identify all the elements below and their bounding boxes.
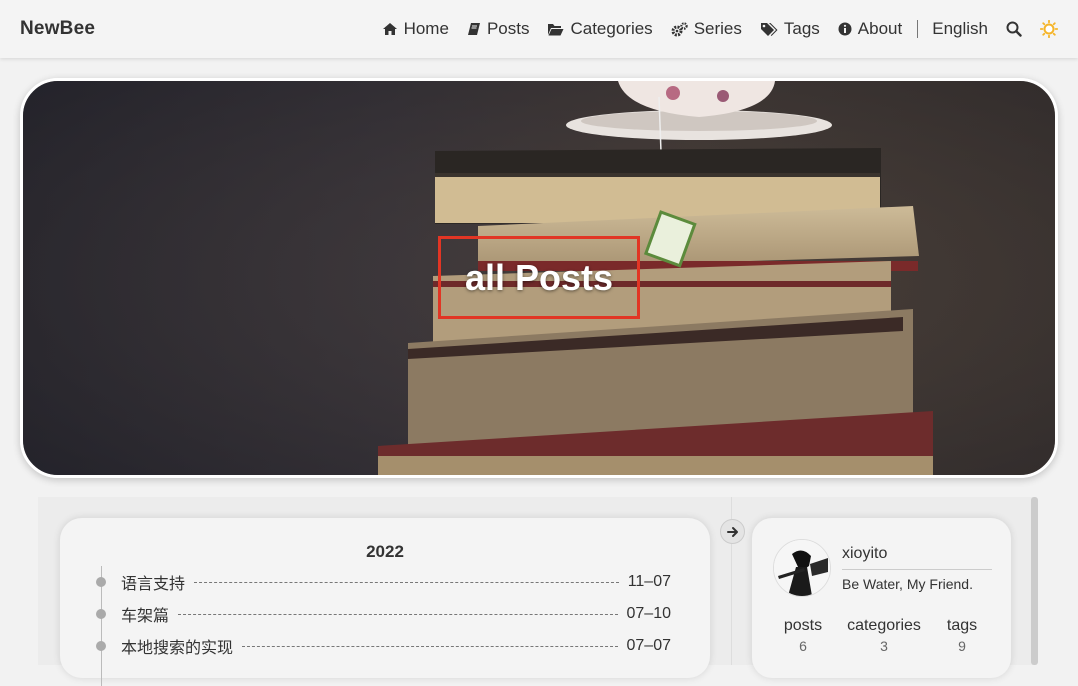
nav-item-label: Home: [403, 19, 449, 38]
archive-post-row[interactable]: 本地搜索的实现 07–07: [96, 635, 671, 657]
author-name[interactable]: xioyito: [842, 545, 887, 563]
nav-menu: Home Posts Categories Series Tags About …: [364, 19, 1058, 39]
scrollbar[interactable]: [1031, 497, 1038, 665]
sidebar-toggle-button[interactable]: [720, 519, 745, 544]
post-leader-line: [178, 613, 618, 615]
tags-icon: [760, 22, 778, 36]
hero-banner: all Posts: [20, 78, 1058, 478]
avatar[interactable]: [773, 539, 831, 597]
avatar-image: [774, 540, 830, 596]
hero-title: all Posts: [438, 236, 640, 319]
site-brand[interactable]: NewBee: [20, 18, 95, 40]
nav-item-label: Posts: [486, 19, 530, 38]
author-motto: Be Water, My Friend.: [842, 576, 973, 592]
stat-value: 3: [880, 638, 888, 654]
language-switcher[interactable]: English: [932, 19, 988, 39]
arrow-right-icon: [726, 526, 738, 537]
search-button[interactable]: [1006, 21, 1022, 37]
stat-label: categories: [847, 617, 921, 634]
profile-card: xioyito Be Water, My Friend. posts 6 cat…: [752, 518, 1011, 678]
info-icon: [838, 22, 852, 36]
top-navbar: NewBee Home Posts Categories Series Tags…: [0, 0, 1078, 58]
post-title[interactable]: 语言支持: [121, 570, 185, 594]
author-divider: [842, 569, 992, 570]
archive-post-row[interactable]: 车架篇 07–10: [96, 603, 671, 625]
nav-item-label: Series: [693, 19, 742, 38]
post-date: 11–07: [627, 573, 671, 590]
stat-value: 6: [799, 638, 807, 654]
stat-label: tags: [946, 617, 978, 634]
archive-year: 2022: [366, 542, 404, 561]
nav-separator: [917, 20, 919, 38]
theme-toggle[interactable]: [1040, 20, 1058, 38]
post-leader-line: [194, 581, 619, 583]
nav-item-label: Tags: [783, 19, 820, 38]
post-date: 07–07: [626, 637, 672, 654]
nav-item-about[interactable]: About: [838, 19, 902, 39]
nav-item-label: Categories: [570, 19, 653, 38]
gears-icon: [671, 21, 688, 36]
timeline-dot: [96, 641, 106, 651]
sun-icon: [1040, 20, 1058, 38]
archive-card: 2022 语言支持 11–07 车架篇 07–10 本地搜索的实现 07–07: [60, 518, 710, 686]
timeline-dot: [96, 609, 106, 619]
archive-post-row[interactable]: 语言支持 11–07: [96, 571, 671, 593]
stat-posts[interactable]: posts 6: [763, 617, 843, 654]
search-icon: [1006, 21, 1022, 37]
stat-value: 9: [958, 638, 966, 654]
book-icon: [467, 23, 480, 35]
stat-tags[interactable]: tags 9: [922, 617, 1002, 654]
nav-item-categories[interactable]: Categories: [547, 19, 653, 39]
folder-open-icon: [548, 23, 564, 35]
nav-item-posts[interactable]: Posts: [467, 19, 530, 39]
post-leader-line: [242, 645, 618, 647]
home-icon: [382, 23, 397, 35]
post-title[interactable]: 本地搜索的实现: [121, 634, 233, 658]
stat-categories[interactable]: categories 3: [844, 617, 924, 654]
nav-item-label: About: [857, 19, 903, 38]
post-title[interactable]: 车架篇: [121, 602, 169, 626]
timeline-dot: [96, 577, 106, 587]
nav-item-series[interactable]: Series: [671, 19, 742, 39]
stat-label: posts: [783, 617, 823, 634]
nav-item-home[interactable]: Home: [382, 19, 449, 39]
nav-item-tags[interactable]: Tags: [760, 19, 820, 39]
post-date: 07–10: [626, 605, 672, 622]
